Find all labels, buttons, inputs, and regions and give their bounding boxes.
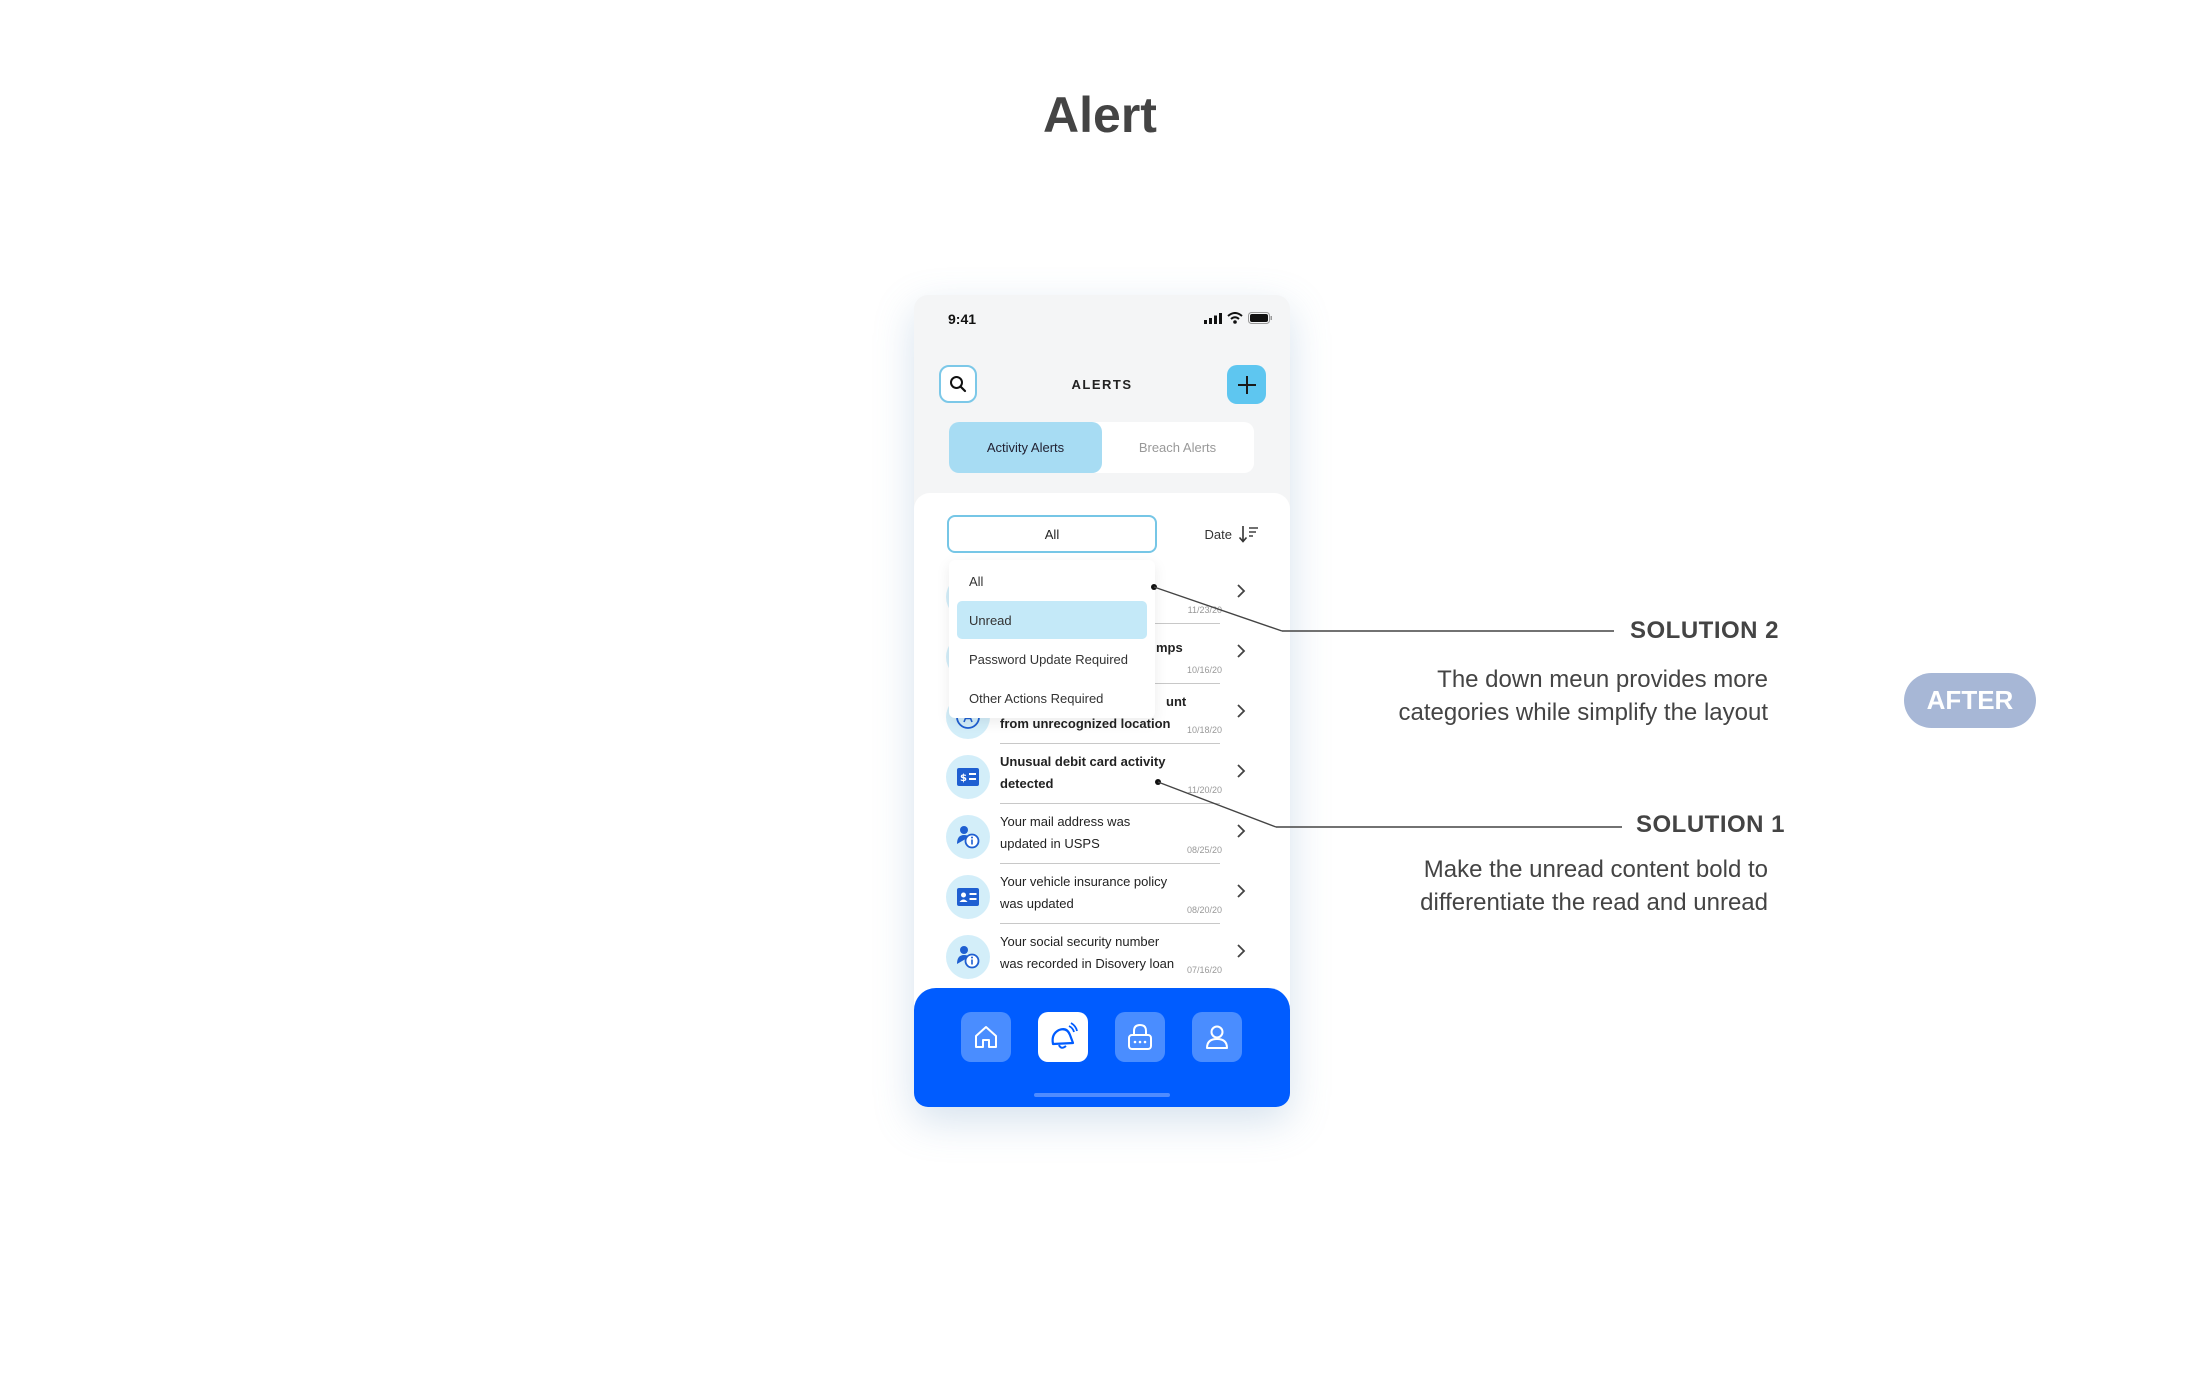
solution-1-description: Make the unread content bold to different… xyxy=(1420,856,1768,916)
solution-2-description: The down meun provides more categories wh… xyxy=(1398,666,1768,726)
callout-connectors xyxy=(1151,584,1622,828)
after-badge: AFTER xyxy=(1904,673,2036,728)
solution-1-title: SOLUTION 1 xyxy=(1636,811,1786,838)
solution-2-title: SOLUTION 2 xyxy=(1630,617,1780,644)
